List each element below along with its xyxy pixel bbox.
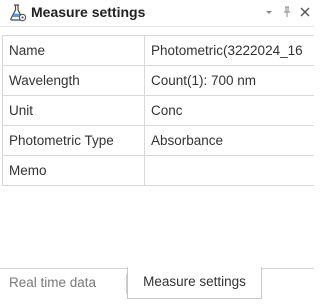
property-name: Photometric Type: [2, 125, 145, 156]
property-name: Memo: [2, 155, 145, 186]
panel-header: Measure settings: [0, 0, 314, 27]
pin-icon[interactable]: [280, 5, 294, 19]
property-name: Name: [2, 35, 145, 66]
property-row[interactable]: Photometric Type Absorbance: [2, 125, 314, 156]
property-row[interactable]: Wavelength Count(1): 700 nm: [2, 65, 314, 96]
property-value[interactable]: Photometric(3222024_16: [144, 35, 314, 66]
dropdown-icon[interactable]: [262, 5, 276, 19]
property-name: Unit: [2, 95, 145, 126]
property-value[interactable]: Conc: [144, 95, 314, 126]
tab-measure-settings[interactable]: Measure settings: [127, 267, 262, 299]
property-row[interactable]: Memo: [2, 155, 314, 186]
property-name: Wavelength: [2, 65, 145, 96]
property-grid: Name Photometric(3222024_16 Wavelength C…: [2, 35, 314, 186]
measure-settings-panel: Measure settings Name Photometric(322202…: [0, 0, 314, 268]
property-value[interactable]: Absorbance: [144, 125, 314, 156]
tab-real-time-data[interactable]: Real time data: [9, 268, 96, 298]
flask-gear-icon: [9, 4, 27, 22]
property-value[interactable]: Count(1): 700 nm: [144, 65, 314, 96]
property-row[interactable]: Unit Conc: [2, 95, 314, 126]
panel-title: Measure settings: [31, 4, 146, 20]
property-value[interactable]: [144, 155, 314, 186]
close-icon[interactable]: [298, 5, 312, 19]
panel-tab-bar: Real time data Measure settings: [0, 267, 314, 305]
property-row[interactable]: Name Photometric(3222024_16: [2, 35, 314, 66]
